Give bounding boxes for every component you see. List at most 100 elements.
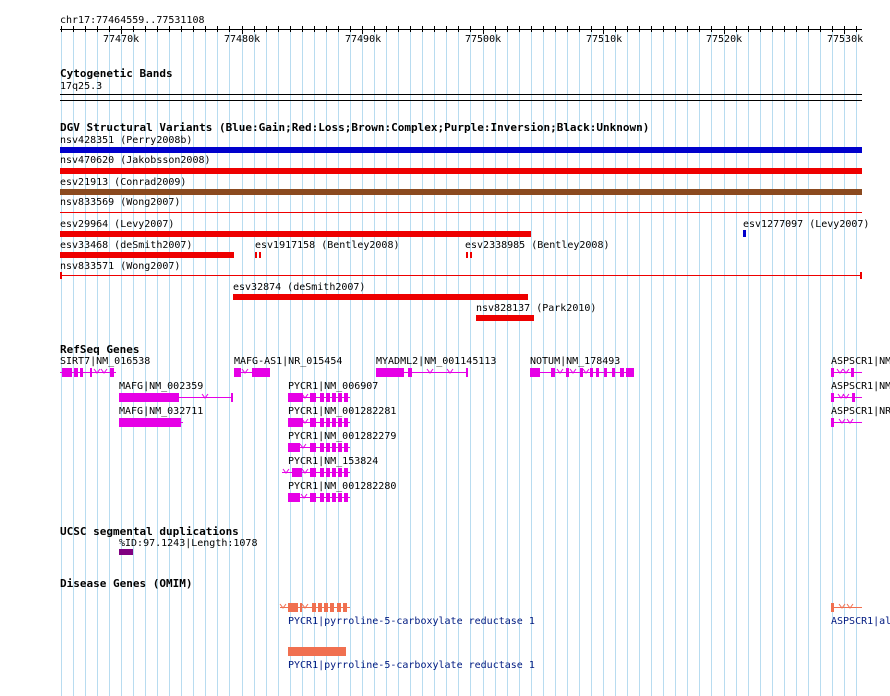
omim-exon [288,603,298,612]
dgv-bar [476,315,534,321]
pycr1-exon [320,493,324,502]
dgv-feature-label[interactable]: esv33468 (deSmith2007) [60,240,192,252]
dgv-feature-label[interactable]: esv1277097 (Levy2007) [743,219,869,231]
sirt7-exon [90,368,92,377]
notum-exon [530,368,540,377]
gene-label[interactable]: PYCR1|NM_006907 [288,381,378,393]
dgv-bar [466,252,468,258]
track-title-omim[interactable]: Disease Genes (OMIM) [60,577,192,590]
dgv-feature-label[interactable]: nsv833571 (Wong2007) [60,261,180,273]
mafg-exon [119,418,181,427]
pycr1-exon [332,443,336,452]
notum-exon [566,368,569,377]
omim-gene-label[interactable]: PYCR1|pyrroline-5-carboxylate reductase … [288,616,535,628]
mafg-exon [231,393,233,402]
gene-label[interactable]: ASPSCR1|NM [831,356,890,368]
omim-gene-label[interactable]: PYCR1|pyrroline-5-carboxylate reductase … [288,660,535,672]
gene-label[interactable]: PYCR1|NM_153824 [288,456,378,468]
pycr1-exon [344,418,348,427]
omim-exon [288,647,346,656]
gene-label[interactable]: NOTUM|NM_178493 [530,356,620,368]
ruler-tick-label: 77480k [224,34,261,45]
cytoband-label[interactable]: 17q25.3 [60,81,102,93]
dgv-feature-label[interactable]: nsv833569 (Wong2007) [60,197,180,209]
sirt7-exon [74,368,78,377]
pycr1-exon [326,418,330,427]
myadml2-exon [376,368,404,377]
omim-exon [330,603,334,612]
track-title-dgv[interactable]: DGV Structural Variants (Blue:Gain;Red:L… [60,121,649,134]
ruler-tick-label: 77490k [345,34,382,45]
gene-label[interactable]: ASPSCR1|NM [831,381,890,393]
dgv-feature-label[interactable]: nsv428351 (Perry2008b) [60,135,192,147]
pycr1-exon [332,393,336,402]
dgv-bar [470,252,472,258]
omim-exon [318,603,322,612]
pycr1-exon [326,493,330,502]
omim-exon [324,603,328,612]
pycr1-exon [288,418,303,427]
pycr1-exon [338,493,342,502]
ruler-tick-label: 77510k [586,34,623,45]
pycr1-exon [338,468,342,477]
pycr1-exon [344,443,348,452]
pycr1-exon [332,418,336,427]
pycr1-exon [320,468,324,477]
dgv-feature-label[interactable]: nsv470620 (Jakobsson2008) [60,155,211,167]
sirt7-exon [62,368,72,377]
aspscr1-exon [851,368,854,377]
ruler-tick-label: 77520k [706,34,743,45]
gene-label[interactable]: MYADML2|NM_001145113 [376,356,496,368]
dgv-feature-label[interactable]: esv21913 (Conrad2009) [60,177,186,189]
omim-gene-label[interactable]: ASPSCR1|al [831,616,890,628]
ruler-tick-label: 77470k [103,34,140,45]
dgv-feature-label[interactable]: esv32874 (deSmith2007) [233,282,365,294]
ruler-tick-label: 77530k [827,34,864,45]
gene-label[interactable]: MAFG|NM_002359 [119,381,203,393]
sirt7-exon [110,368,114,377]
dgv-bar [743,230,746,237]
gene-label[interactable]: SIRT7|NM_016538 [60,356,150,368]
gene-label[interactable]: PYCR1|NM_001282281 [288,406,396,418]
omim-exon [337,603,341,612]
ruler-tick-label: 77500k [465,34,502,45]
ruler-location: chr17:77464559..77531108 [60,15,205,26]
dgv-bar [60,189,862,195]
pycr1-exon [310,493,316,502]
pycr1-exon [320,418,324,427]
myadml2-exon [408,368,412,377]
omim-exon [343,603,347,612]
dgv-feature-label[interactable]: esv1917158 (Bentley2008) [255,240,400,252]
gene-label[interactable]: PYCR1|NM_001282280 [288,481,396,493]
dgv-feature-label[interactable]: esv29964 (Levy2007) [60,219,174,231]
gene-label[interactable]: PYCR1|NM_001282279 [288,431,396,443]
notum-exon [551,368,555,377]
gene-label[interactable]: ASPSCR1|NR [831,406,890,418]
pycr1-exon [326,393,330,402]
pycr1-exon [332,493,336,502]
pycr1-exon [310,393,316,402]
dgv-bar [259,252,261,258]
gene-label[interactable]: MAFG|NM_032711 [119,406,203,418]
dgv-bar [860,272,862,279]
dgv-feature-label[interactable]: nsv828137 (Park2010) [476,303,596,315]
segdup-label[interactable]: %ID:97.1243|Length:1078 [119,538,257,550]
notum-exon [580,368,583,377]
mafg-exon [119,393,179,402]
pycr1-exon [338,443,342,452]
track-title-refseq-genes[interactable]: RefSeq Genes [60,343,139,356]
gene-label[interactable]: MAFG-AS1|NR_015454 [234,356,342,368]
dgv-bar [233,294,528,300]
pycr1-exon [288,393,303,402]
dgv-bar [60,231,531,237]
track-title-segmental-duplications[interactable]: UCSC segmental duplications [60,525,239,538]
sirt7-exon [80,368,83,377]
pycr1-exon [292,468,302,477]
dgv-bar [60,252,234,258]
pycr1-exon [310,418,316,427]
track-title-cytogenetic-bands[interactable]: Cytogenetic Bands [60,67,173,80]
dgv-bar [60,168,862,174]
pycr1-exon [344,468,348,477]
dgv-feature-label[interactable]: esv2338985 (Bentley2008) [465,240,610,252]
mafg-as1-exon [234,368,241,377]
